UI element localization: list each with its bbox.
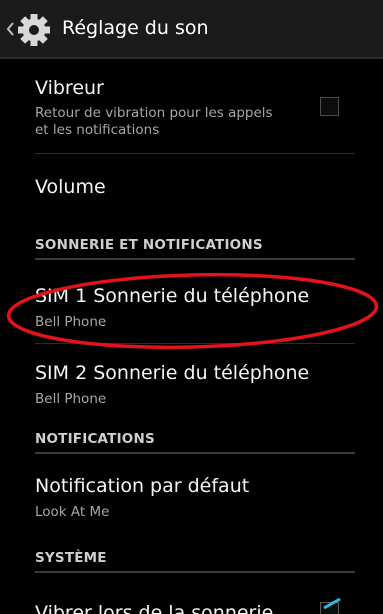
volume-title: Volume [35, 176, 106, 198]
chevron-left-icon[interactable] [3, 14, 17, 44]
default-notification-title: Notification par défaut [35, 475, 250, 497]
vibrate-title: Vibreur [35, 77, 104, 99]
section-divider [35, 258, 355, 260]
vibrate-summary: Retour de vibration pour les appels et l… [35, 105, 273, 138]
checkmark-icon [323, 598, 341, 610]
sim1-ringtone-title: SIM 1 Sonnerie du téléphone [35, 285, 310, 307]
vibrate-setting[interactable]: Vibreur Retour de vibration pour les app… [0, 59, 383, 149]
section-header-ringtone: SONNERIE ET NOTIFICATIONS [35, 237, 263, 253]
default-notification-setting[interactable]: Notification par défaut Look At Me [0, 455, 383, 535]
sim2-ringtone-summary: Bell Phone [35, 391, 107, 407]
page-title: Réglage du son [62, 17, 209, 39]
sim1-ringtone-summary: Bell Phone [35, 314, 107, 330]
section-divider [35, 571, 355, 573]
vibrate-when-ringing-title: Vibrer lors de la sonnerie [35, 602, 274, 614]
vibrate-checkbox[interactable] [320, 97, 339, 116]
action-bar: Réglage du son [0, 0, 383, 59]
volume-setting[interactable]: Volume [0, 154, 383, 221]
default-notification-summary: Look At Me [35, 504, 110, 520]
vibrate-when-ringing-setting[interactable]: Vibrer lors de la sonnerie [0, 574, 383, 614]
section-header-system: SYSTÈME [35, 550, 107, 566]
sim1-ringtone-setting[interactable]: SIM 1 Sonnerie du téléphone Bell Phone [0, 261, 383, 341]
section-header-notifications: NOTIFICATIONS [35, 431, 155, 447]
gear-icon[interactable] [17, 13, 51, 47]
sim2-ringtone-title: SIM 2 Sonnerie du téléphone [35, 362, 310, 384]
sim2-ringtone-setting[interactable]: SIM 2 Sonnerie du téléphone Bell Phone [0, 344, 383, 424]
section-divider [35, 452, 355, 454]
